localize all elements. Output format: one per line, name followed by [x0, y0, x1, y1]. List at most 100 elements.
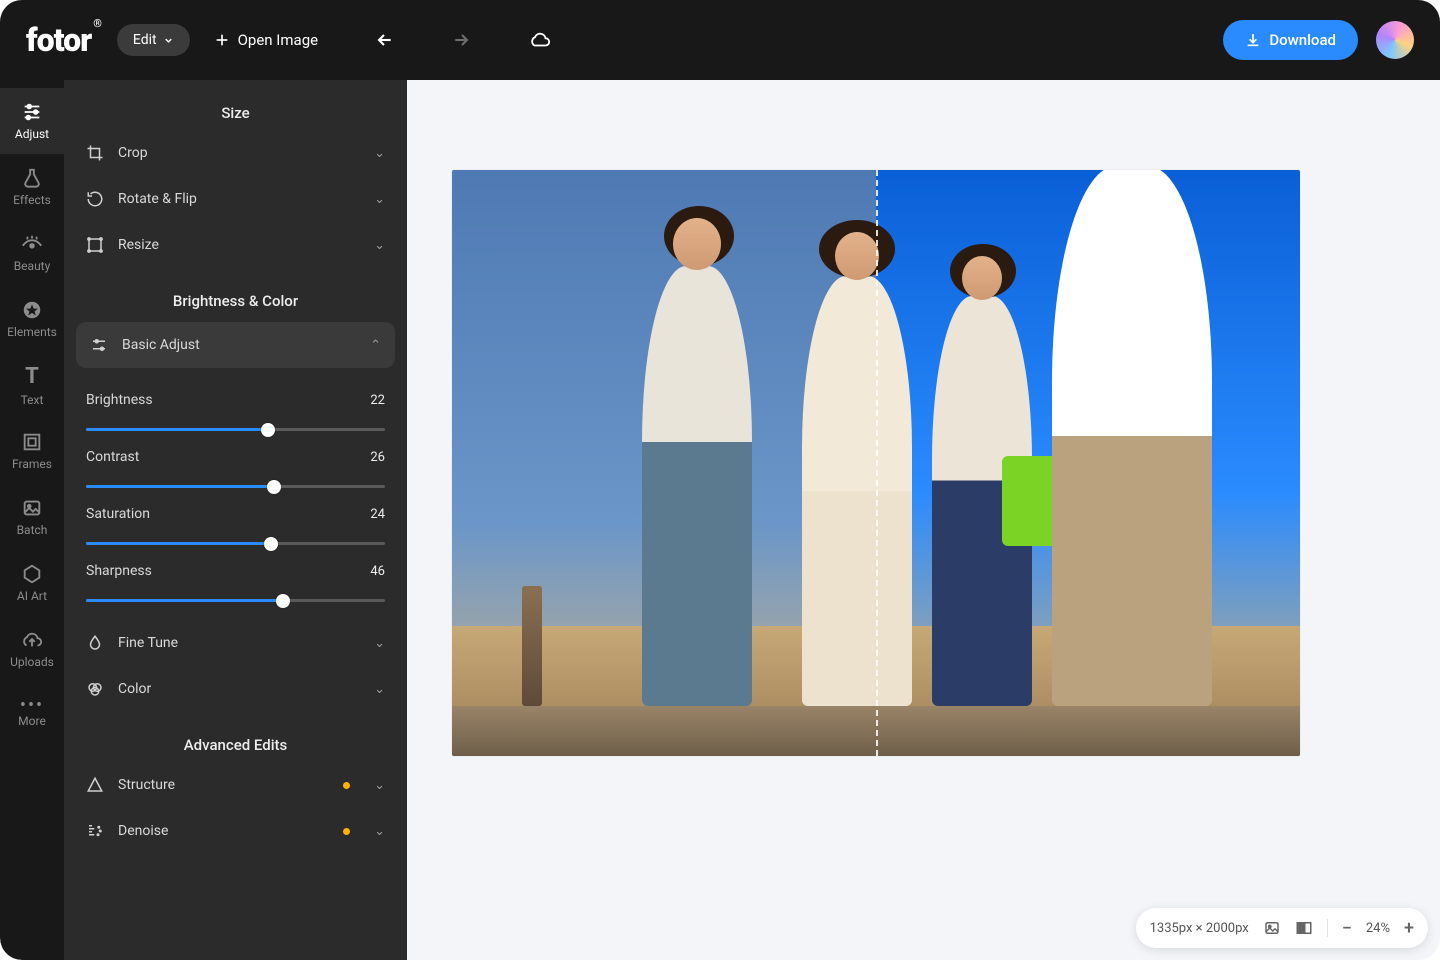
- tool-rail: Adjust Effects Beauty Elements T Text Fr…: [0, 80, 64, 960]
- compare-icon: [1295, 919, 1313, 937]
- image-icon: [1263, 919, 1281, 937]
- resize-icon: [86, 236, 104, 254]
- slider-brightness[interactable]: [86, 428, 385, 431]
- denoise-icon: [86, 822, 104, 840]
- slider-contrast[interactable]: [86, 485, 385, 488]
- edit-mode-label: Edit: [133, 32, 157, 48]
- chevron-down-icon: ⌄: [374, 146, 385, 161]
- upload-cloud-icon: [21, 629, 43, 651]
- structure-icon: [86, 776, 104, 794]
- app-logo: fotor®: [26, 21, 99, 59]
- slider-brightness-group: Brightness22 Contrast26 Saturation24 Sha…: [64, 372, 407, 620]
- rail-item-batch[interactable]: Batch: [0, 484, 64, 550]
- row-label: Rotate & Flip: [118, 191, 360, 207]
- chevron-down-icon: ⌄: [374, 238, 385, 253]
- sliders-icon: [21, 101, 43, 123]
- chevron-down-icon: ⌄: [374, 636, 385, 651]
- redo-button[interactable]: [446, 24, 478, 56]
- rail-item-elements[interactable]: Elements: [0, 286, 64, 352]
- status-bar: 1335px × 2000px − 24% +: [1136, 908, 1428, 948]
- rail-item-adjust[interactable]: Adjust: [0, 88, 64, 154]
- plus-icon: [214, 32, 230, 48]
- waterdrop-icon: [86, 634, 104, 652]
- rail-label: Frames: [12, 457, 52, 471]
- rail-item-uploads[interactable]: Uploads: [0, 616, 64, 682]
- row-label: Basic Adjust: [122, 337, 356, 353]
- rail-item-frames[interactable]: Frames: [0, 418, 64, 484]
- row-label: Fine Tune: [118, 635, 360, 651]
- slider-value: 22: [370, 393, 385, 408]
- image-placeholder: [452, 170, 1300, 756]
- row-rotate-flip[interactable]: Rotate & Flip ⌄: [64, 176, 407, 222]
- chevron-down-icon: [163, 35, 174, 46]
- row-basic-adjust[interactable]: Basic Adjust ⌃: [76, 322, 395, 368]
- rail-label: AI Art: [17, 589, 47, 603]
- slider-sharpness[interactable]: [86, 599, 385, 602]
- row-fine-tune[interactable]: Fine Tune ⌄: [64, 620, 407, 666]
- rail-label: Elements: [7, 325, 57, 339]
- row-label: Resize: [118, 237, 360, 253]
- rail-label: Adjust: [15, 127, 49, 141]
- chevron-down-icon: ⌄: [374, 778, 385, 793]
- flask-icon: [21, 167, 43, 189]
- rail-item-more[interactable]: ••• More: [0, 682, 64, 748]
- rail-label: Batch: [17, 523, 48, 537]
- row-structure[interactable]: Structure ⌄: [64, 762, 407, 808]
- frame-icon: [21, 431, 43, 453]
- text-icon: T: [25, 364, 39, 389]
- arrow-left-icon: [374, 30, 394, 50]
- open-image-label: Open Image: [238, 31, 318, 49]
- compare-divider[interactable]: [876, 170, 878, 756]
- compare-button[interactable]: [1295, 919, 1313, 937]
- heading-brightness-color: Brightness & Color: [64, 268, 407, 318]
- hexagon-icon: [21, 563, 43, 585]
- slider-value: 26: [370, 450, 385, 465]
- row-crop[interactable]: Crop ⌄: [64, 130, 407, 176]
- rail-item-aiart[interactable]: AI Art: [0, 550, 64, 616]
- undo-button[interactable]: [368, 24, 400, 56]
- arrow-right-icon: [452, 30, 472, 50]
- rail-item-text[interactable]: T Text: [0, 352, 64, 418]
- eye-icon: [21, 233, 43, 255]
- canvas-image[interactable]: [452, 170, 1300, 756]
- color-icon: [86, 680, 104, 698]
- chevron-down-icon: ⌄: [374, 824, 385, 839]
- premium-badge-icon: [343, 782, 350, 789]
- rail-item-beauty[interactable]: Beauty: [0, 220, 64, 286]
- zoom-level: 24%: [1366, 921, 1390, 936]
- row-label: Denoise: [118, 823, 329, 839]
- slider-label: Saturation: [86, 506, 150, 522]
- user-avatar[interactable]: [1376, 21, 1414, 59]
- row-label: Color: [118, 681, 360, 697]
- rail-label: More: [18, 714, 46, 728]
- premium-badge-icon: [343, 828, 350, 835]
- rotate-icon: [86, 190, 104, 208]
- row-resize[interactable]: Resize ⌄: [64, 222, 407, 268]
- open-image-button[interactable]: Open Image: [214, 31, 318, 49]
- download-button[interactable]: Download: [1223, 20, 1358, 60]
- chevron-up-icon: ⌃: [370, 338, 381, 353]
- rail-label: Text: [21, 393, 44, 407]
- row-color[interactable]: Color ⌄: [64, 666, 407, 712]
- heading-advanced: Advanced Edits: [64, 712, 407, 762]
- slider-saturation[interactable]: [86, 542, 385, 545]
- crop-icon: [86, 144, 104, 162]
- canvas-area[interactable]: 1335px × 2000px − 24% +: [407, 80, 1440, 960]
- slider-label: Sharpness: [86, 563, 152, 579]
- cloud-icon: [529, 29, 551, 51]
- adjust-panel: Size Crop ⌄ Rotate & Flip ⌄ Resize ⌄ Bri…: [64, 80, 407, 960]
- edit-mode-dropdown[interactable]: Edit: [117, 24, 190, 56]
- download-label: Download: [1269, 31, 1336, 49]
- zoom-out-button[interactable]: −: [1342, 918, 1352, 939]
- fit-to-screen-button[interactable]: [1263, 919, 1281, 937]
- cloud-sync-button[interactable]: [524, 24, 556, 56]
- row-label: Crop: [118, 145, 360, 161]
- slider-value: 46: [370, 564, 385, 579]
- rail-label: Uploads: [10, 655, 54, 669]
- zoom-in-button[interactable]: +: [1404, 918, 1414, 939]
- heading-size: Size: [64, 80, 407, 130]
- rail-item-effects[interactable]: Effects: [0, 154, 64, 220]
- row-denoise[interactable]: Denoise ⌄: [64, 808, 407, 854]
- chevron-down-icon: ⌄: [374, 682, 385, 697]
- sliders-icon: [90, 336, 108, 354]
